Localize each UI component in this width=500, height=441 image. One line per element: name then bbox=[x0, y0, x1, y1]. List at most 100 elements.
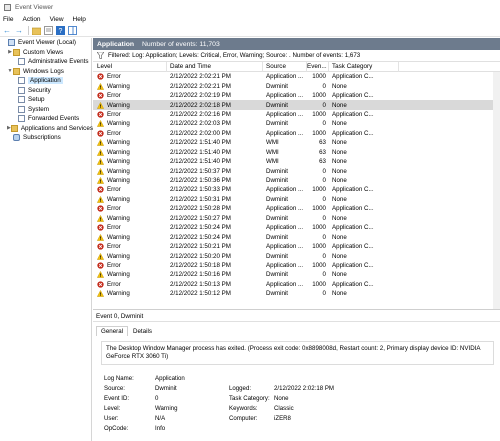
toolbar: ← → ? bbox=[0, 25, 500, 37]
folder-icon: folder bbox=[13, 67, 20, 75]
help-icon[interactable]: ? bbox=[55, 26, 65, 36]
cell-event-id: 1000 bbox=[312, 186, 326, 194]
table-row[interactable]: Error 2/12/2022 2:02:00 PM Application ...… bbox=[93, 129, 500, 138]
log-icon: log bbox=[18, 86, 25, 94]
menu-help[interactable]: Help bbox=[73, 16, 86, 23]
tree-item-subscriptions[interactable]: subSubscriptions bbox=[0, 133, 91, 143]
cell-level: Warning bbox=[93, 139, 167, 146]
cell-date: 2/12/2022 2:02:21 PM bbox=[170, 82, 231, 90]
level-text: Warning bbox=[107, 120, 130, 128]
tree-item-forwarded-events[interactable]: logForwarded Events bbox=[0, 114, 91, 124]
table-row[interactable]: Warning 2/12/2022 1:50:36 PM Dwminit 0 None bbox=[93, 176, 500, 185]
tab-general[interactable]: General bbox=[96, 326, 129, 336]
tree-item-event-viewer-local[interactable]: pcEvent Viewer (Local) bbox=[0, 38, 91, 48]
menu-action[interactable]: Action bbox=[22, 16, 40, 23]
tree-item-custom-views[interactable]: ▶folderCustom Views bbox=[0, 48, 91, 58]
event-viewer-icon bbox=[4, 3, 11, 11]
table-row[interactable]: Warning 2/12/2022 2:02:18 PM Dwminit 0 None bbox=[93, 100, 500, 110]
table-row[interactable]: Warning 2/12/2022 1:51:40 PM WMI 63 None bbox=[93, 148, 500, 157]
table-row[interactable]: Warning 2/12/2022 1:51:40 PM WMI 63 None bbox=[93, 157, 500, 166]
cell-source: Dwminit bbox=[266, 252, 289, 260]
events-list: Error 2/12/2022 2:02:21 PM Application ...… bbox=[93, 72, 500, 299]
table-row[interactable]: Error 2/12/2022 2:02:21 PM Application ...… bbox=[93, 72, 500, 81]
cell-date: 2/12/2022 1:50:12 PM bbox=[170, 290, 231, 298]
table-row[interactable]: Warning 2/12/2022 2:02:03 PM Dwminit 0 None bbox=[93, 119, 500, 128]
prop-keywords: Classic bbox=[274, 405, 294, 412]
log-icon: log bbox=[18, 58, 25, 66]
column-task-category[interactable]: Task Category bbox=[329, 62, 399, 72]
cell-source: Dwminit bbox=[266, 271, 289, 279]
table-row[interactable]: Warning 2/12/2022 1:50:31 PM Dwminit 0 None bbox=[93, 195, 500, 204]
table-row[interactable]: Warning 2/12/2022 1:50:16 PM Dwminit 0 None bbox=[93, 270, 500, 279]
prop-logged: 2/12/2022 2:02:18 PM bbox=[274, 385, 334, 392]
menu-view[interactable]: View bbox=[50, 16, 64, 23]
warning-icon bbox=[96, 233, 105, 241]
level-text: Warning bbox=[107, 233, 130, 241]
menu-file[interactable]: File bbox=[3, 16, 13, 23]
tree-item-administrative-events[interactable]: logAdministrative Events bbox=[0, 57, 91, 67]
error-icon bbox=[97, 130, 104, 137]
table-row[interactable]: Error 2/12/2022 1:50:18 PM Application ...… bbox=[93, 261, 500, 270]
table-row[interactable]: Warning 2/12/2022 1:50:20 PM Dwminit 0 None bbox=[93, 251, 500, 260]
cell-source: Application ... bbox=[266, 129, 304, 137]
cell-event-id: 0 bbox=[322, 252, 326, 260]
table-row[interactable]: Error 2/12/2022 1:50:33 PM Application ...… bbox=[93, 185, 500, 194]
tab-details[interactable]: Details bbox=[128, 326, 157, 336]
tree-item-setup[interactable]: logSetup bbox=[0, 95, 91, 105]
column-event-id[interactable]: Even... bbox=[307, 62, 329, 72]
table-row[interactable]: Error 2/12/2022 1:50:13 PM Application ...… bbox=[93, 280, 500, 289]
column-date[interactable]: Date and Time bbox=[167, 62, 263, 72]
table-row[interactable]: Warning 2/12/2022 1:50:27 PM Dwminit 0 None bbox=[93, 214, 500, 223]
cell-task-category: None bbox=[332, 148, 347, 156]
forward-icon[interactable]: → bbox=[14, 26, 24, 36]
back-icon[interactable]: ← bbox=[2, 26, 12, 36]
tree-item-applications-and-services[interactable]: ▶folderApplications and Services bbox=[0, 124, 93, 134]
folder-icon[interactable] bbox=[31, 26, 41, 36]
error-icon bbox=[97, 73, 104, 80]
warning-icon bbox=[96, 271, 105, 279]
error-icon bbox=[97, 281, 104, 288]
column-source[interactable]: Source bbox=[263, 62, 307, 72]
table-row[interactable]: Error 2/12/2022 1:50:21 PM Application ...… bbox=[93, 242, 500, 251]
error-icon bbox=[97, 205, 104, 212]
tree-item-label: Subscriptions bbox=[23, 134, 61, 142]
cell-date: 2/12/2022 1:50:28 PM bbox=[170, 205, 231, 213]
tree-item-windows-logs[interactable]: ▼folderWindows Logs bbox=[0, 67, 91, 77]
cell-task-category: Application C... bbox=[332, 186, 374, 194]
error-icon bbox=[97, 243, 104, 250]
filter-text: Filtered: Log: Application; Levels: Crit… bbox=[108, 52, 361, 59]
table-row[interactable]: Warning 2/12/2022 2:02:21 PM Dwminit 0 None bbox=[93, 81, 500, 90]
properties-icon[interactable] bbox=[43, 26, 53, 36]
sub-icon: sub bbox=[13, 134, 20, 142]
detail-header: Event 0, Dwminit bbox=[93, 311, 500, 322]
table-row[interactable]: Warning 2/12/2022 1:51:40 PM WMI 63 None bbox=[93, 138, 500, 147]
cell-source: WMI bbox=[266, 158, 279, 166]
tree-item-system[interactable]: logSystem bbox=[0, 105, 91, 115]
tree-item-security[interactable]: logSecurity bbox=[0, 86, 91, 96]
cell-source: Application ... bbox=[266, 224, 304, 232]
table-row[interactable]: Error 2/12/2022 2:02:16 PM Application ...… bbox=[93, 110, 500, 119]
column-level[interactable]: Level bbox=[93, 62, 167, 72]
tree-item-label: Event Viewer (Local) bbox=[18, 39, 76, 47]
cell-source: Application ... bbox=[266, 92, 304, 100]
cell-date: 2/12/2022 1:50:27 PM bbox=[170, 214, 231, 222]
prop-computer: iZER8 bbox=[274, 415, 291, 422]
table-row[interactable]: Error 2/12/2022 1:50:28 PM Application ...… bbox=[93, 204, 500, 213]
cell-date: 2/12/2022 2:02:16 PM bbox=[170, 110, 231, 118]
warning-icon bbox=[96, 252, 105, 260]
cell-source: Application ... bbox=[266, 110, 304, 118]
table-row[interactable]: Error 2/12/2022 1:50:24 PM Application ...… bbox=[93, 223, 500, 232]
table-row[interactable]: Warning 2/12/2022 1:50:37 PM Dwminit 0 None bbox=[93, 166, 500, 175]
cell-level: Warning bbox=[93, 177, 167, 184]
tree-item-application[interactable]: logApplication bbox=[0, 76, 91, 86]
table-row[interactable]: Warning 2/12/2022 1:50:24 PM Dwminit 0 None bbox=[93, 232, 500, 241]
tree-item-label: Application bbox=[28, 77, 63, 85]
table-row[interactable]: Warning 2/12/2022 1:50:12 PM Dwminit 0 None bbox=[93, 289, 500, 298]
table-row[interactable]: Error 2/12/2022 2:02:19 PM Application ...… bbox=[93, 91, 500, 100]
panel-icon[interactable] bbox=[67, 26, 77, 36]
level-text: Error bbox=[107, 92, 121, 100]
warning-icon bbox=[96, 158, 105, 165]
cell-task-category: Application C... bbox=[332, 243, 374, 251]
cell-task-category: None bbox=[332, 82, 347, 90]
vertical-scrollbar[interactable] bbox=[493, 72, 500, 309]
